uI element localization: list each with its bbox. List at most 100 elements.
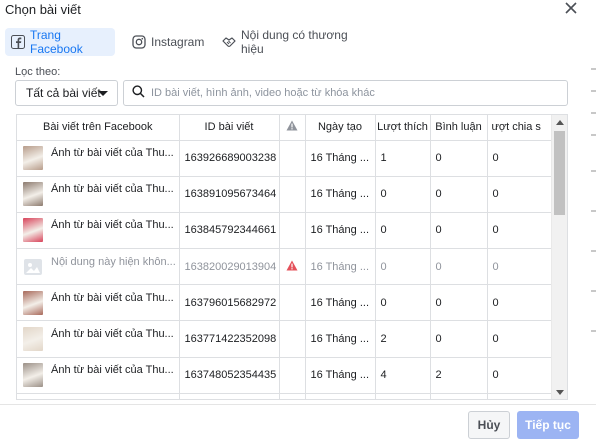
table-scrollbar[interactable] [551,115,567,399]
image-placeholder-icon [23,257,43,277]
comments-cell: 0 [430,284,488,322]
created-date-cell [305,393,376,399]
background-edge [589,60,596,400]
facebook-icon [11,35,25,49]
post-thumbnail [23,290,43,315]
warning-cell [279,212,306,250]
shares-cell: 0 [487,284,553,322]
column-header-post-id[interactable]: ID bài viết [179,115,280,141]
tab-facebook-page[interactable]: Trang Facebook [5,28,115,56]
table-row[interactable]: Ảnh từ bài viết của Thu... 16392668900323… [17,140,553,177]
column-header-likes[interactable]: Lượt thích [375,115,431,141]
warning-cell [279,248,306,286]
post-title: Nội dung này hiện khôn... [51,255,176,268]
post-id-cell [179,393,280,399]
post-title: Ảnh từ bài viết của Thu... [51,183,174,196]
table-row[interactable]: Ảnh từ bài viết của Thu... 16389109567346… [17,176,553,213]
post-cell: Ảnh từ bài viết của Thu... [17,357,180,394]
cancel-button[interactable]: Hủy [468,411,510,439]
post-thumbnail [23,327,43,352]
dropdown-value: Tất cả bài viết [26,86,101,100]
likes-cell: 2 [375,320,431,358]
post-title: Ảnh từ bài viết của Thu... [51,291,174,304]
tab-instagram[interactable]: Instagram [126,28,210,56]
post-thumbnail [23,218,43,243]
tab-branded-content[interactable]: Nội dung có thương hiệu [216,28,366,56]
column-header-post[interactable]: Bài viết trên Facebook [17,115,180,141]
continue-button[interactable]: Tiếp tục [517,411,579,439]
post-id-cell: 163926689003238 [179,140,280,177]
post-thumbnail [23,399,43,400]
comments-cell: 0 [430,140,488,177]
comments-cell: 0 [430,248,488,286]
likes-cell: 0 [375,284,431,322]
search-icon [132,85,145,101]
post-id-cell: 163891095673464 [179,176,280,213]
search-input[interactable] [151,87,551,99]
handshake-icon [222,35,236,49]
close-icon[interactable] [563,0,579,16]
table-row[interactable]: Ảnh từ bài viết của Thu... 16379601568297… [17,284,553,322]
scroll-down-icon[interactable] [556,390,564,395]
likes-cell: 0 [375,248,431,286]
table-row[interactable]: Nội dung này hiện khôn... 163820029013904… [17,248,553,286]
post-title: Ảnh từ bài viết của Thu... [51,328,174,341]
shares-cell [487,393,553,399]
warning-cell [279,140,306,177]
post-cell: Ảnh từ bài viết của Thu... [17,393,180,400]
created-date-cell: 16 Tháng ... [305,176,376,213]
post-type-dropdown[interactable]: Tất cả bài viết [15,80,118,106]
warning-icon [286,120,298,131]
post-id-cell: 163748052354435 [179,357,280,394]
post-cell: Ảnh từ bài viết của Thu... [17,320,180,358]
tab-bar: Trang Facebook Instagram Nội dung có thư… [0,28,596,56]
warning-cell [279,176,306,213]
warning-cell [279,393,306,399]
post-cell: Nội dung này hiện khôn... [17,248,180,286]
tab-label: Trang Facebook [30,28,83,56]
table-row[interactable]: Ảnh từ bài viết của Thu... 16377142235209… [17,320,553,358]
table-header-row: Bài viết trên Facebook ID bài viết Ngày … [17,115,553,141]
post-cell: Ảnh từ bài viết của Thu... [17,212,180,250]
comments-cell: 2 [430,357,488,394]
shares-cell: 0 [487,212,553,250]
shares-cell: 0 [487,176,553,213]
post-title: Ảnh từ bài viết của Thu... [51,147,174,160]
search-box[interactable] [123,80,568,106]
likes-cell: 0 [375,176,431,213]
dialog-header: Chọn bài viết [0,0,596,22]
created-date-cell: 16 Tháng ... [305,320,376,358]
instagram-icon [132,35,146,49]
column-header-comments[interactable]: Bình luận [430,115,488,141]
likes-cell: 4 [375,357,431,394]
dialog-title: Chọn bài viết [5,2,81,17]
column-header-warning [279,115,306,141]
shares-cell: 0 [487,320,553,358]
tab-label: Instagram [151,35,205,49]
post-id-cell: 163820029013904 [179,248,280,286]
post-title: Ảnh từ bài viết của Thu... [51,364,174,377]
footer-divider [0,404,596,405]
caret-down-icon [98,91,108,96]
likes-cell [375,393,431,399]
warning-cell [279,284,306,322]
column-header-created-date[interactable]: Ngày tạo [305,115,376,141]
table-row[interactable]: Ảnh từ bài viết của Thu... 16374805235443… [17,357,553,394]
shares-cell: 0 [487,248,553,286]
comments-cell: 0 [430,176,488,213]
table-row[interactable]: Ảnh từ bài viết của Thu... [17,393,553,400]
likes-cell: 1 [375,140,431,177]
table-row[interactable]: Ảnh từ bài viết của Thu... 16384579234466… [17,212,553,250]
posts-table: Bài viết trên Facebook ID bài viết Ngày … [16,114,568,400]
post-thumbnail [23,146,43,171]
post-thumbnail [23,182,43,207]
shares-cell: 0 [487,140,553,177]
scroll-up-icon[interactable] [556,120,564,125]
comments-cell: 0 [430,320,488,358]
created-date-cell: 16 Tháng ... [305,212,376,250]
scrollbar-thumb[interactable] [554,131,565,215]
comments-cell: 0 [430,212,488,250]
warning-cell [279,320,306,358]
column-header-shares[interactable]: ượt chia s [487,115,553,141]
shares-cell: 0 [487,357,553,394]
